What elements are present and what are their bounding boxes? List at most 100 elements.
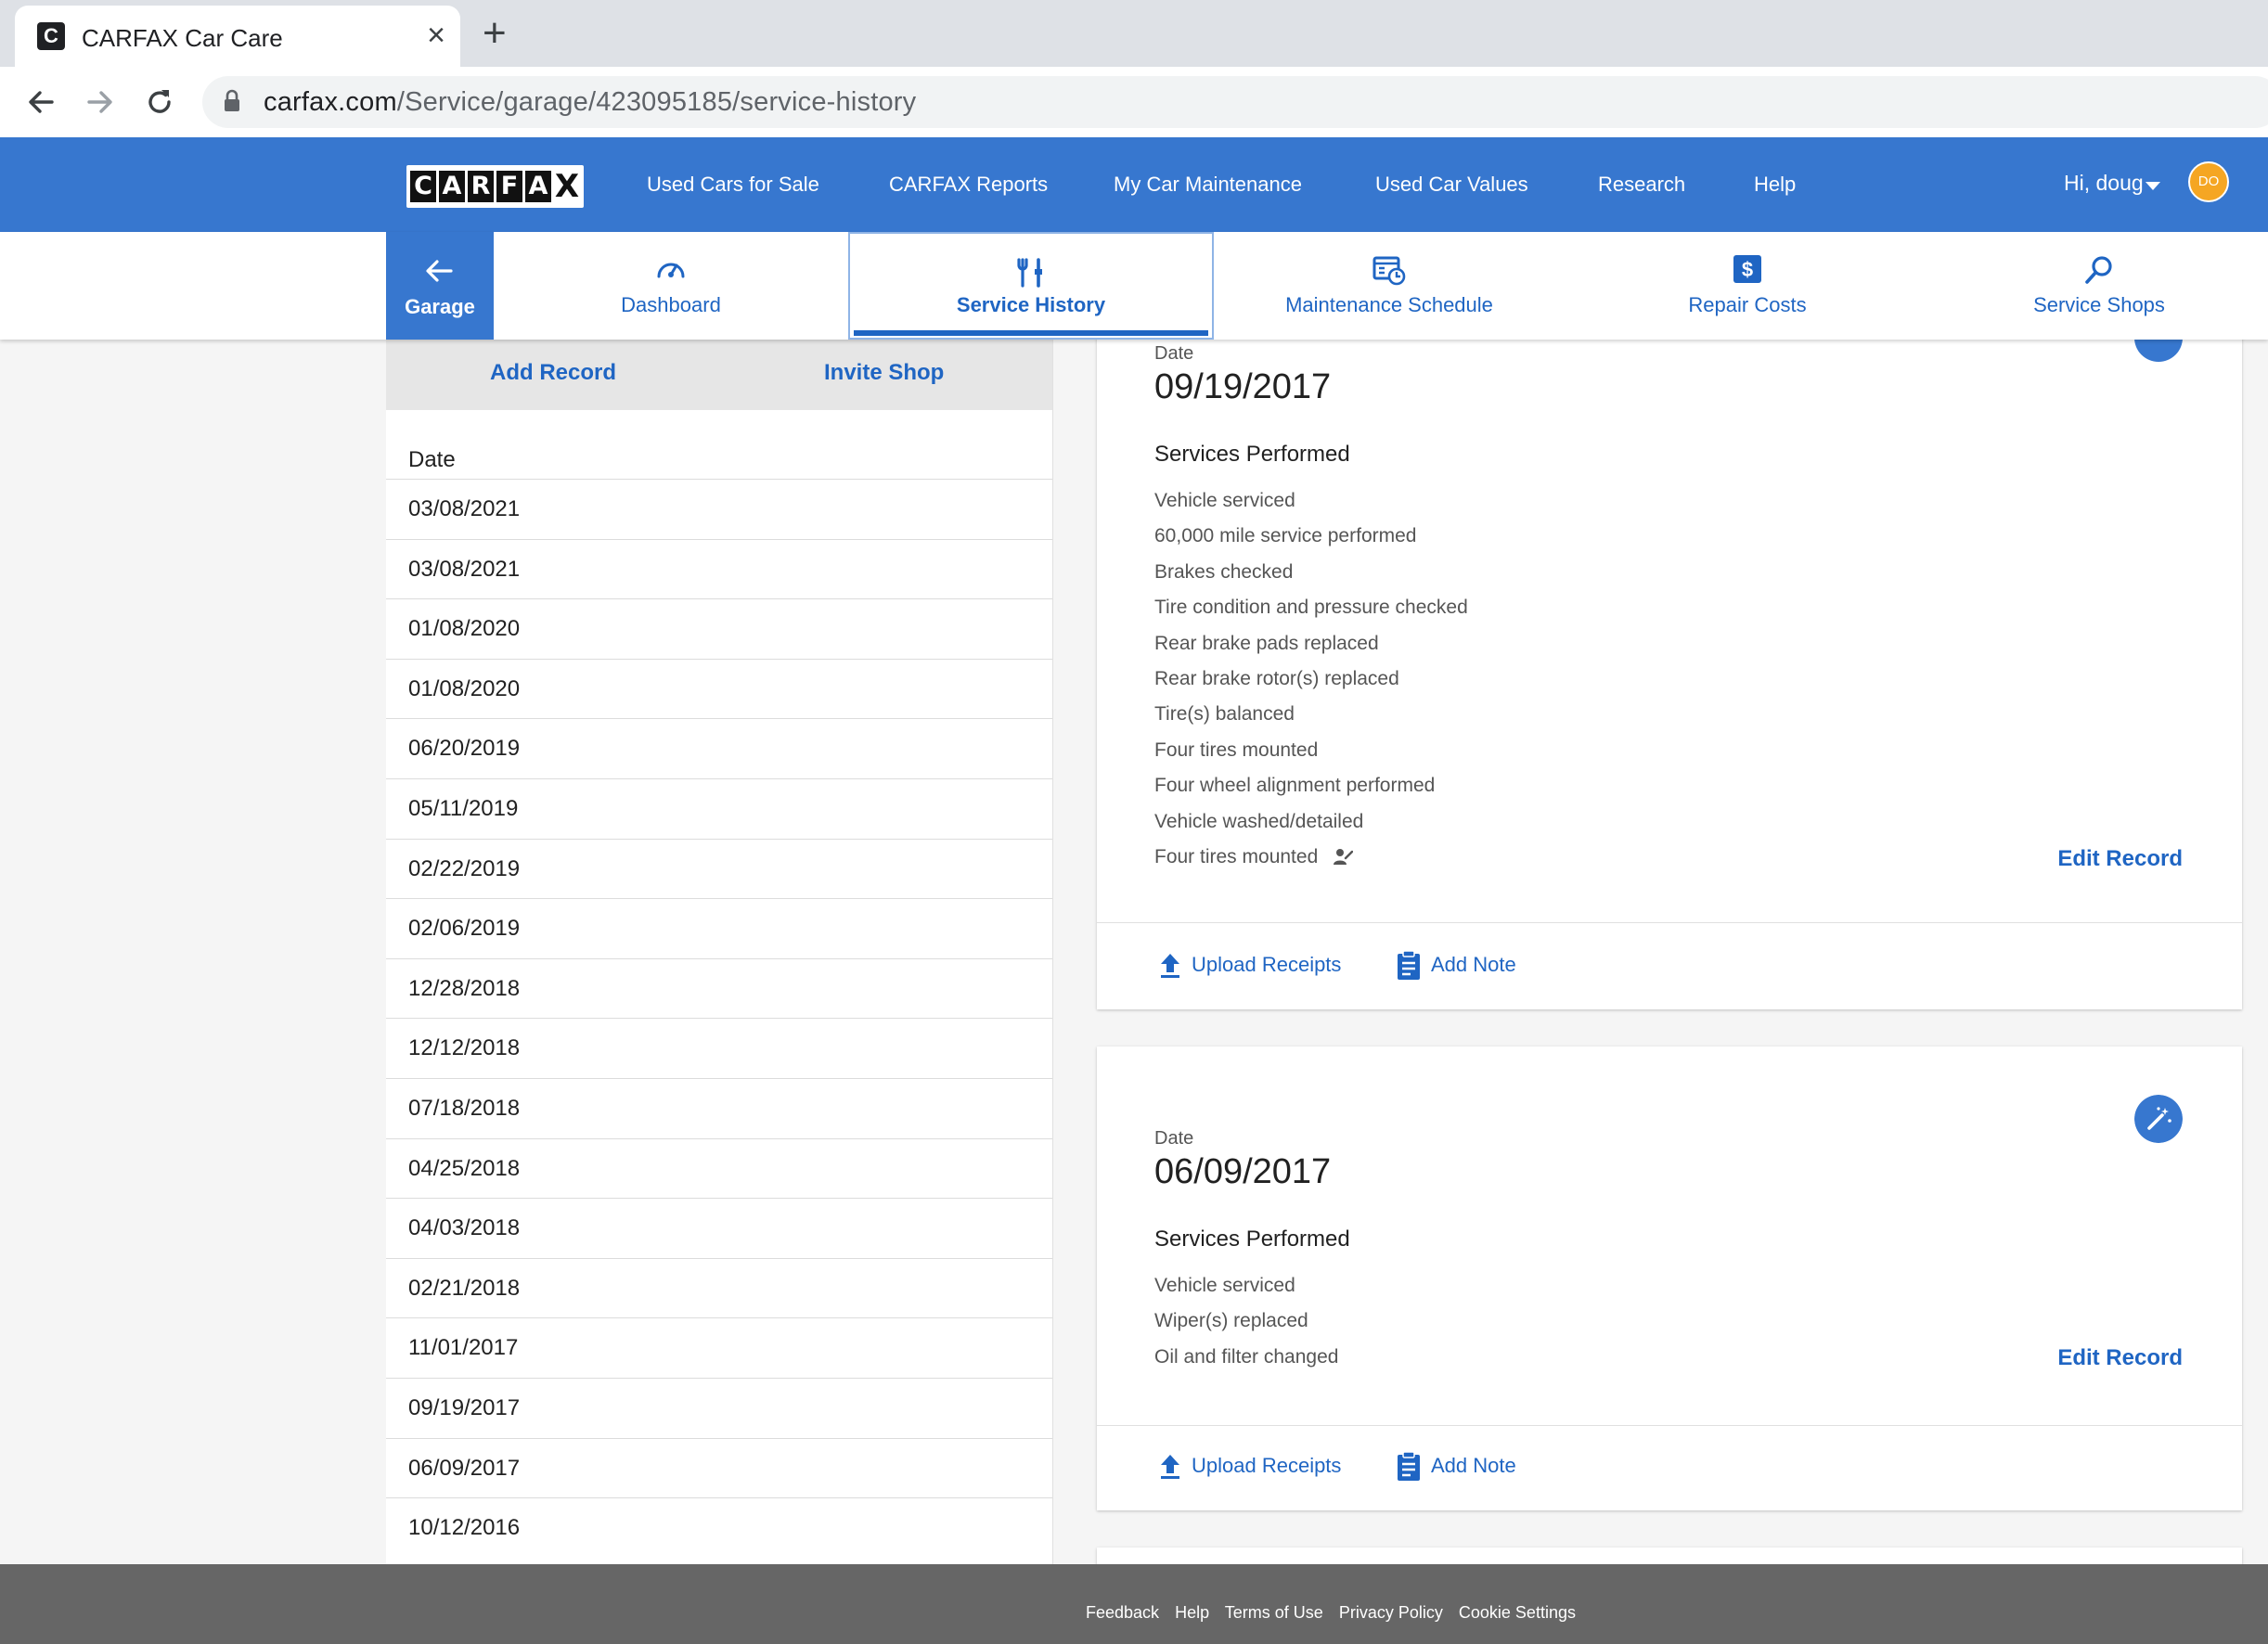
user-added-icon [1334, 849, 1354, 866]
footer-privacy-link[interactable]: Privacy Policy [1339, 1603, 1443, 1622]
tab-close-icon[interactable]: × [427, 19, 445, 52]
avatar[interactable]: DO [2188, 161, 2229, 202]
record-date: 09/19/2017 [1154, 367, 1332, 406]
date-row[interactable]: 03/08/2021 [386, 538, 1052, 599]
upload-icon [1161, 1455, 1179, 1479]
upload-receipts-button[interactable]: Upload Receipts [1158, 1453, 1341, 1481]
date-row[interactable]: 04/03/2018 [386, 1198, 1052, 1258]
nav-used-car-values[interactable]: Used Car Values [1375, 173, 1528, 197]
logo-letter: A [439, 171, 465, 202]
service-item: Rear brake pads replaced [1154, 632, 1379, 654]
date-row[interactable]: 01/08/2020 [386, 598, 1052, 659]
tab-service-shops[interactable]: Service Shops [1930, 232, 2268, 340]
date-row[interactable]: 02/22/2019 [386, 838, 1052, 899]
add-record-button[interactable]: Add Record [490, 360, 616, 386]
record-date-label: Date [1154, 343, 1194, 364]
garage-label: Garage [405, 295, 475, 318]
reload-icon[interactable] [139, 82, 180, 122]
active-tab-indicator [854, 330, 1208, 336]
edit-record-button[interactable]: Edit Record [2057, 1345, 2183, 1371]
upload-receipts-label: Upload Receipts [1192, 1453, 1342, 1477]
forward-arrow-icon[interactable] [80, 82, 121, 122]
magic-wand-icon [2134, 1095, 2183, 1143]
back-arrow-icon[interactable] [20, 82, 61, 122]
date-row[interactable]: 02/06/2019 [386, 898, 1052, 958]
site-header: C A R F A X Used Cars for Sale CARFAX Re… [0, 137, 2268, 232]
nav-carfax-reports[interactable]: CARFAX Reports [889, 173, 1048, 197]
dollar-icon: $ [1733, 255, 1761, 283]
browser-tabstrip: C CARFAX Car Care × + [0, 0, 2268, 67]
date-row[interactable]: 01/08/2020 [386, 658, 1052, 719]
footer-cookie-settings-link[interactable]: Cookie Settings [1459, 1603, 1576, 1622]
date-row[interactable]: 02/21/2018 [386, 1257, 1052, 1318]
upload-receipts-button[interactable]: Upload Receipts [1158, 952, 1341, 980]
date-row[interactable]: 04/25/2018 [386, 1137, 1052, 1199]
edit-record-button[interactable]: Edit Record [2057, 846, 2183, 872]
service-item: Vehicle washed/detailed [1154, 810, 1364, 832]
tab-service-history[interactable]: Service History [848, 232, 1214, 340]
add-note-label: Add Note [1431, 1453, 1516, 1477]
services-performed-header: Services Performed [1154, 1227, 1350, 1252]
service-item-text: Four tires mounted [1154, 845, 1319, 867]
speedometer-icon [657, 263, 685, 278]
address-bar[interactable]: carfax.com/Service/garage/423095185/serv… [202, 76, 2268, 128]
date-column-header: Date [408, 447, 456, 472]
date-row[interactable]: 09/19/2017 [386, 1377, 1052, 1438]
tab-repair-costs[interactable]: $ Repair Costs [1565, 232, 1930, 340]
footer-terms-link[interactable]: Terms of Use [1225, 1603, 1323, 1622]
calendar-clock-icon [1372, 256, 1406, 286]
date-row[interactable]: 07/18/2018 [386, 1077, 1052, 1138]
date-row[interactable]: 12/12/2018 [386, 1018, 1052, 1078]
service-item: Four wheel alignment performed [1154, 775, 1436, 797]
chevron-down-icon[interactable] [2146, 182, 2160, 190]
lock-icon [225, 89, 239, 111]
services-list: Vehicle serviced 60,000 mile service per… [1154, 483, 1468, 875]
upload-icon [1161, 954, 1179, 978]
upload-receipts-label: Upload Receipts [1192, 952, 1342, 976]
logo-letter: F [496, 171, 522, 202]
footer-links: Feedback Help Terms of Use Privacy Polic… [1086, 1603, 1587, 1623]
tab-maintenance-schedule[interactable]: Maintenance Schedule [1214, 232, 1565, 340]
invite-shop-button[interactable]: Invite Shop [824, 360, 944, 386]
service-item: Vehicle serviced [1154, 1275, 1295, 1296]
url-host: carfax.com [264, 87, 397, 117]
service-item: 60,000 mile service performed [1154, 525, 1417, 547]
nav-used-cars[interactable]: Used Cars for Sale [647, 173, 819, 197]
browser-toolbar: carfax.com/Service/garage/423095185/serv… [0, 67, 2268, 138]
site-footer: Feedback Help Terms of Use Privacy Polic… [0, 1564, 2268, 1644]
wrench-icon [1017, 258, 1042, 288]
browser-tab[interactable]: C CARFAX Car Care × [15, 6, 460, 67]
service-item: Vehicle serviced [1154, 490, 1295, 511]
date-row[interactable]: 03/08/2021 [386, 479, 1052, 539]
add-note-button[interactable]: Add Note [1396, 950, 1516, 982]
tab-title: CARFAX Car Care [82, 24, 283, 52]
date-row[interactable]: 06/09/2017 [386, 1437, 1052, 1498]
add-note-button[interactable]: Add Note [1396, 1451, 1516, 1483]
date-row[interactable]: 10/12/2016 [386, 1497, 1052, 1558]
garage-button[interactable]: Garage [386, 232, 494, 340]
carfax-logo[interactable]: C A R F A X [406, 165, 584, 208]
clipboard-icon [1398, 950, 1420, 980]
service-record-card: Date 06/09/2017 Services Performed Vehic… [1097, 1047, 2242, 1510]
service-item: Brakes checked [1154, 560, 1294, 583]
back-arrow-icon [426, 260, 453, 282]
user-greeting[interactable]: Hi, doug [2064, 171, 2144, 196]
service-item: Tire condition and pressure checked [1154, 597, 1468, 619]
nav-help[interactable]: Help [1754, 173, 1796, 197]
tab-dashboard[interactable]: Dashboard [494, 232, 848, 340]
panel-action-bar: Add Record Invite Shop [386, 340, 1052, 410]
date-row[interactable]: 06/20/2019 [386, 718, 1052, 778]
logo-letter: R [468, 171, 494, 202]
date-row[interactable]: 12/28/2018 [386, 957, 1052, 1019]
nav-research[interactable]: Research [1598, 173, 1685, 197]
carfax-favicon-icon: C [37, 22, 65, 50]
garage-subnav: Garage Dashboard Service History Mainten… [0, 232, 2268, 340]
nav-my-car-maintenance[interactable]: My Car Maintenance [1114, 173, 1302, 197]
new-tab-icon[interactable]: + [483, 13, 507, 54]
url-path: /Service/garage/423095185/service-histor… [396, 87, 917, 117]
footer-feedback-link[interactable]: Feedback [1086, 1603, 1159, 1622]
footer-help-link[interactable]: Help [1175, 1603, 1209, 1622]
date-row[interactable]: 05/11/2019 [386, 777, 1052, 839]
date-row[interactable]: 11/01/2017 [386, 1317, 1052, 1378]
card-divider [1097, 1425, 2242, 1426]
